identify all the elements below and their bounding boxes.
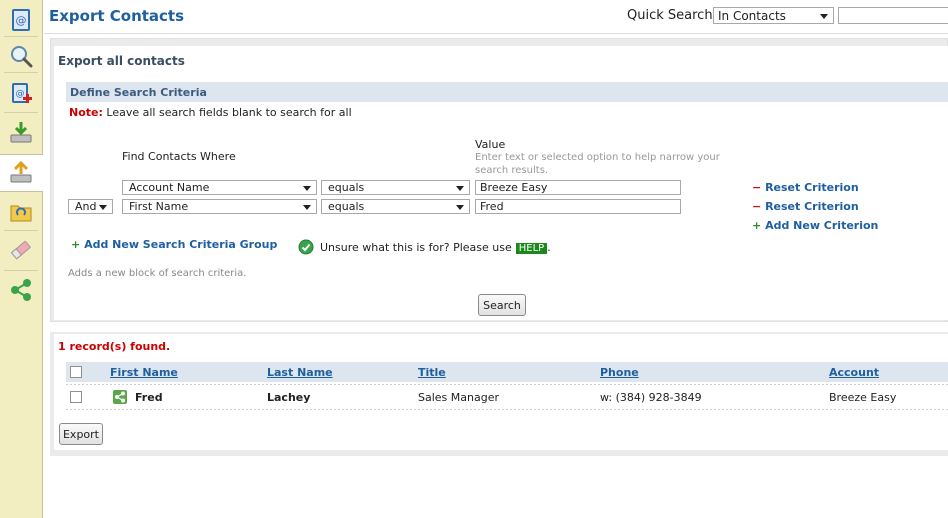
- criterion-connector-select[interactable]: And: [68, 199, 113, 214]
- search-icon[interactable]: [7, 42, 35, 70]
- address-book-icon[interactable]: @: [7, 6, 35, 34]
- eraser-icon[interactable]: [7, 236, 35, 264]
- folder-sync-icon[interactable]: [7, 198, 35, 226]
- cell-title: Sales Manager: [418, 391, 499, 404]
- page-header: Export Contacts Quick Search In Contacts: [44, 0, 948, 34]
- add-criteria-group-label: Add New Search Criteria Group: [84, 238, 278, 251]
- quick-search-scope-select[interactable]: In Contacts: [713, 7, 834, 24]
- row-divider: [66, 409, 948, 410]
- column-header-first-name[interactable]: First Name: [110, 366, 178, 379]
- share-icon[interactable]: [7, 276, 35, 304]
- quick-search-scope-value: In Contacts: [718, 9, 786, 23]
- results-table-header: [66, 362, 948, 382]
- search-button[interactable]: Search: [478, 294, 526, 316]
- criterion-operator-value: equals: [328, 200, 365, 213]
- sidebar-divider: [4, 72, 38, 73]
- reset-criterion-link[interactable]: − Reset Criterion: [752, 200, 859, 213]
- column-header-account[interactable]: Account: [829, 366, 879, 379]
- criterion-value-input[interactable]: Breeze Easy: [475, 180, 681, 195]
- note-text: Leave all search fields blank to search …: [106, 106, 352, 119]
- row-divider: [66, 384, 948, 385]
- criterion-field-value: First Name: [129, 200, 189, 213]
- help-prefix-text: Unsure what this is for? Please use: [320, 240, 512, 254]
- minus-icon: −: [752, 181, 762, 194]
- help-suffix: .: [547, 240, 551, 254]
- column-header-phone[interactable]: Phone: [600, 366, 639, 379]
- add-group-description: Adds a new block of search criteria.: [68, 268, 247, 279]
- cell-last-name[interactable]: Lachey: [267, 391, 310, 404]
- chevron-down-icon: [820, 14, 828, 19]
- minus-icon: −: [752, 200, 762, 213]
- reset-criterion-label: Reset Criterion: [765, 200, 859, 213]
- sidebar: @ @: [0, 0, 43, 518]
- reset-criterion-link[interactable]: − Reset Criterion: [752, 181, 859, 194]
- chevron-down-icon: [456, 186, 464, 191]
- share-icon[interactable]: [113, 390, 127, 404]
- add-criteria-group-link[interactable]: + Add New Search Criteria Group: [71, 238, 277, 251]
- criterion-value-input[interactable]: Fred: [475, 199, 681, 214]
- select-all-checkbox[interactable]: [70, 366, 82, 378]
- export-button[interactable]: Export: [59, 423, 103, 445]
- criterion-field-value: Account Name: [129, 181, 210, 194]
- chevron-down-icon: [303, 205, 311, 210]
- chevron-down-icon: [303, 186, 311, 191]
- sidebar-divider: [4, 112, 38, 113]
- add-new-criterion-label: Add New Criterion: [765, 219, 879, 232]
- criterion-operator-select[interactable]: equals: [321, 180, 470, 195]
- quick-search-label: Quick Search: [627, 8, 713, 23]
- value-hint: Enter text or selected option to help na…: [475, 152, 720, 176]
- plus-icon: +: [71, 238, 81, 251]
- column-header-title[interactable]: Title: [418, 366, 446, 379]
- sidebar-divider: [4, 230, 38, 231]
- results-panel-body: [54, 334, 948, 450]
- reset-criterion-label: Reset Criterion: [765, 181, 859, 194]
- criterion-operator-value: equals: [328, 181, 365, 194]
- column-header-last-name[interactable]: Last Name: [267, 366, 333, 379]
- criterion-operator-select[interactable]: equals: [321, 199, 470, 214]
- value-label: Value: [475, 138, 506, 151]
- panel-title: Export all contacts: [58, 54, 185, 68]
- chevron-down-icon: [456, 205, 464, 210]
- page-title: Export Contacts: [49, 7, 185, 25]
- row-select-checkbox[interactable]: [70, 391, 82, 403]
- criterion-field-select[interactable]: Account Name: [122, 180, 317, 195]
- add-contact-icon[interactable]: @: [7, 80, 35, 108]
- import-icon[interactable]: [7, 118, 35, 146]
- help-link[interactable]: HELP: [515, 242, 548, 254]
- svg-text:@: @: [16, 14, 27, 27]
- plus-icon: +: [752, 219, 762, 232]
- chevron-down-icon: [99, 205, 107, 210]
- records-found-text: 1 record(s) found.: [58, 340, 171, 353]
- note: Note: Leave all search fields blank to s…: [69, 106, 352, 119]
- criterion-connector-value: And: [75, 200, 97, 213]
- sidebar-divider: [4, 36, 38, 37]
- sidebar-divider: [4, 270, 38, 271]
- note-label: Note:: [69, 106, 103, 119]
- cell-account: Breeze Easy: [829, 391, 897, 404]
- help-hint: Unsure what this is for? Please use HELP…: [298, 239, 551, 255]
- cell-first-name[interactable]: Fred: [135, 391, 163, 404]
- quick-search-input[interactable]: [838, 7, 948, 24]
- add-new-criterion-link[interactable]: + Add New Criterion: [752, 219, 878, 232]
- criteria-title: Define Search Criteria: [70, 86, 207, 99]
- find-contacts-label: Find Contacts Where: [122, 150, 236, 163]
- export-icon[interactable]: [7, 158, 35, 186]
- criterion-field-select[interactable]: First Name: [122, 199, 317, 214]
- check-circle-icon: [298, 239, 314, 255]
- cell-phone: w: (384) 928-3849: [600, 391, 702, 404]
